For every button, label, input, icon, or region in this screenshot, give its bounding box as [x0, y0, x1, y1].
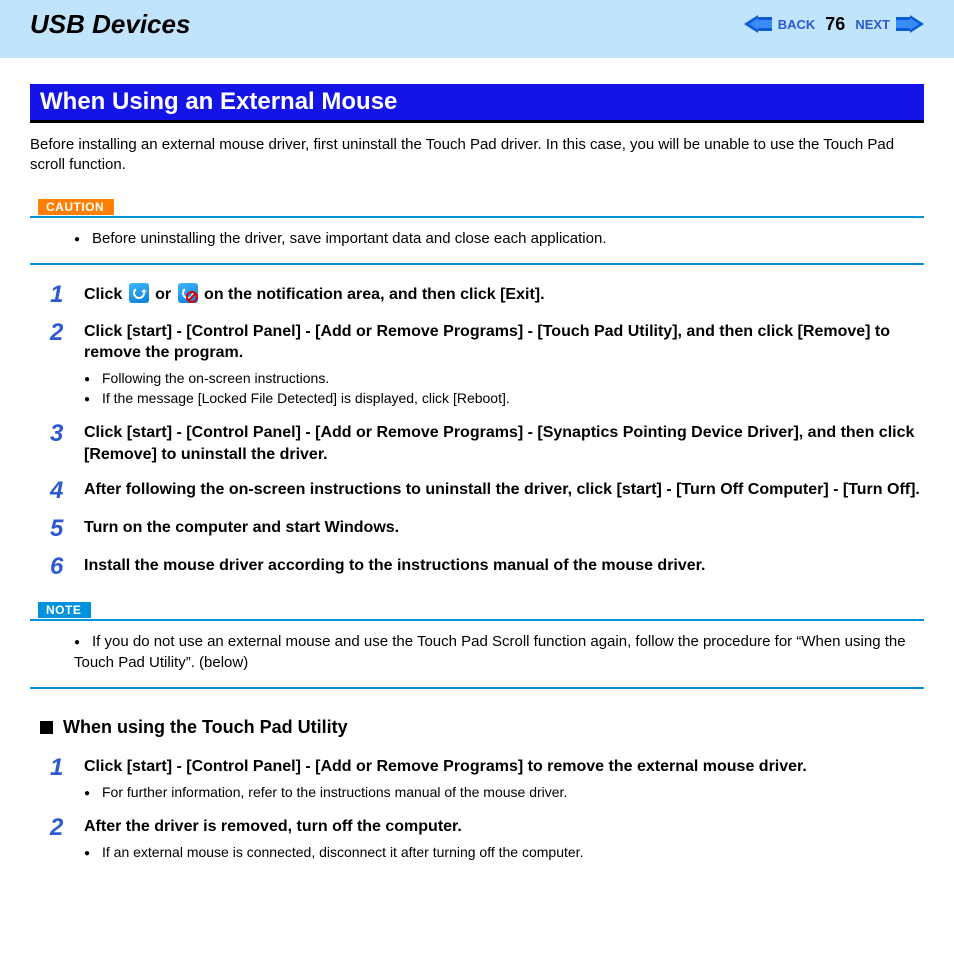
page-number: 76	[825, 14, 845, 35]
caution-item: Before uninstalling the driver, save imp…	[74, 228, 906, 249]
step-number: 1	[30, 756, 84, 780]
content-area: When Using an External Mouse Before inst…	[0, 84, 954, 916]
sub-step-1: 1 Click [start] - [Control Panel] - [Add…	[30, 756, 924, 802]
step-text-post: on the notification area, and then click…	[204, 286, 545, 303]
step-3: 3 Click [start] - [Control Panel] - [Add…	[30, 422, 924, 465]
step-1: 1 Click or on the notification area, and…	[30, 283, 924, 307]
step-bullet: Following the on-screen instructions.	[84, 368, 924, 388]
note-content: If you do not use an external mouse and …	[30, 621, 924, 689]
note-item: If you do not use an external mouse and …	[74, 631, 906, 673]
arrow-left-icon[interactable]	[744, 15, 772, 33]
step-5: 5 Turn on the computer and start Windows…	[30, 517, 924, 541]
header-band: USB Devices BACK 76 NEXT	[0, 0, 954, 58]
main-steps: 1 Click or on the notification area, and…	[30, 283, 924, 580]
touchpad-tray-icon	[129, 283, 149, 303]
section-banner: When Using an External Mouse	[30, 84, 924, 123]
step-number: 5	[30, 517, 84, 541]
sub-heading: When using the Touch Pad Utility	[40, 717, 924, 738]
step-number: 2	[30, 816, 84, 840]
square-bullet-icon	[40, 721, 53, 734]
step-number: 3	[30, 422, 84, 446]
caution-header: CAUTION	[30, 198, 924, 218]
sub-steps: 1 Click [start] - [Control Panel] - [Add…	[30, 756, 924, 862]
step-bullet: If an external mouse is connected, disco…	[84, 842, 924, 862]
page-nav: BACK 76 NEXT	[744, 14, 924, 35]
step-text-pre: Click	[84, 286, 127, 303]
caution-badge: CAUTION	[38, 199, 114, 215]
step-bullet: For further information, refer to the in…	[84, 782, 924, 802]
page-title: USB Devices	[30, 9, 190, 40]
sub-step-2: 2 After the driver is removed, turn off …	[30, 816, 924, 862]
step-text: Install the mouse driver according to th…	[84, 555, 924, 577]
step-text: Click [start] - [Control Panel] - [Add o…	[84, 422, 924, 465]
step-number: 1	[30, 283, 84, 307]
sub-heading-text: When using the Touch Pad Utility	[63, 717, 348, 738]
step-text: Click [start] - [Control Panel] - [Add o…	[84, 756, 924, 778]
step-4: 4 After following the on-screen instruct…	[30, 479, 924, 503]
step-number: 4	[30, 479, 84, 503]
note-badge: NOTE	[38, 602, 91, 618]
caution-content: Before uninstalling the driver, save imp…	[30, 218, 924, 265]
note-header: NOTE	[30, 601, 924, 621]
step-2: 2 Click [start] - [Control Panel] - [Add…	[30, 321, 924, 409]
back-link[interactable]: BACK	[778, 17, 816, 32]
step-6: 6 Install the mouse driver according to …	[30, 555, 924, 579]
arrow-right-icon[interactable]	[896, 15, 924, 33]
step-text: Turn on the computer and start Windows.	[84, 517, 924, 539]
step-text: Click or on the notification area, and t…	[84, 283, 924, 306]
step-text: Click [start] - [Control Panel] - [Add o…	[84, 321, 924, 364]
step-text: After following the on-screen instructio…	[84, 479, 924, 501]
step-number: 6	[30, 555, 84, 579]
touchpad-tray-disabled-icon	[178, 283, 198, 303]
step-text-mid: or	[155, 286, 175, 303]
next-link[interactable]: NEXT	[855, 17, 890, 32]
step-text: After the driver is removed, turn off th…	[84, 816, 924, 838]
step-number: 2	[30, 321, 84, 345]
step-bullet: If the message [Locked File Detected] is…	[84, 388, 924, 408]
section-intro: Before installing an external mouse driv…	[30, 135, 924, 176]
